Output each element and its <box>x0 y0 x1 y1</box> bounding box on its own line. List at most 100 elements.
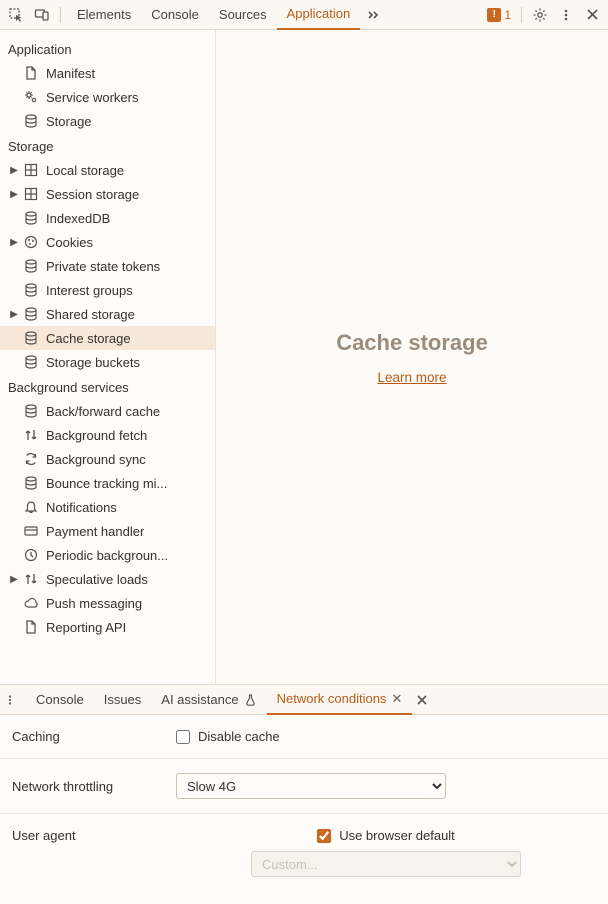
db-icon <box>22 474 40 492</box>
tab-sources[interactable]: Sources <box>209 0 277 30</box>
tab-elements[interactable]: Elements <box>67 0 141 30</box>
ua-default-checkbox[interactable] <box>317 829 331 843</box>
sidebar-item-label: Background sync <box>46 452 146 467</box>
ua-custom-select: Custom... <box>251 851 521 877</box>
disable-cache-checkbox[interactable] <box>176 730 190 744</box>
sidebar-item-periodic-backgroun[interactable]: ▶Periodic backgroun... <box>0 543 215 567</box>
application-sidebar[interactable]: Application▶Manifest▶Service workers▶Sto… <box>0 30 216 684</box>
sidebar-item-label: Service workers <box>46 90 138 105</box>
sidebar-item-label: IndexedDB <box>46 211 110 226</box>
ua-default-control[interactable]: Use browser default <box>317 828 455 843</box>
disable-cache-control[interactable]: Disable cache <box>176 729 280 744</box>
tab-console[interactable]: Console <box>141 0 209 30</box>
issues-counter[interactable]: ! 1 <box>483 8 515 22</box>
close-tab-icon[interactable]: ✕ <box>391 691 402 707</box>
sidebar-item-cache-storage[interactable]: ▶Cache storage <box>0 326 215 350</box>
tab-application[interactable]: Application <box>277 0 361 30</box>
inspect-icon[interactable] <box>4 3 28 27</box>
sidebar-item-speculative-loads[interactable]: ▶ Speculative loads <box>0 567 215 591</box>
kebab-menu-icon[interactable] <box>554 3 578 27</box>
drawer-tabbar: Console Issues AI assistance Network condit… <box>0 685 608 715</box>
sidebar-item-cookies[interactable]: ▶Cookies <box>0 230 215 254</box>
sidebar-item-indexeddb[interactable]: ▶IndexedDB <box>0 206 215 230</box>
sidebar-item-label: Private state tokens <box>46 259 160 274</box>
db-icon <box>22 281 40 299</box>
device-toolbar-icon[interactable] <box>30 3 54 27</box>
bell-icon <box>22 498 40 516</box>
sidebar-item-background-fetch[interactable]: ▶Background fetch <box>0 423 215 447</box>
drawer-tab-ai-assistance[interactable]: AI assistance <box>151 685 266 715</box>
drawer-tab-label: Issues <box>104 692 142 707</box>
sidebar-item-local-storage[interactable]: ▶ Local storage <box>0 158 215 182</box>
learn-more-link[interactable]: Learn more <box>377 370 446 385</box>
cloud-icon <box>22 594 40 612</box>
sidebar-item-payment-handler[interactable]: ▶Payment handler <box>0 519 215 543</box>
ua-default-label: Use browser default <box>339 828 455 843</box>
sidebar-item-label: Back/forward cache <box>46 404 160 419</box>
cookie-icon <box>22 233 40 251</box>
drawer-kebab-icon[interactable] <box>4 694 24 706</box>
sidebar-item-label: Local storage <box>46 163 124 178</box>
db-icon <box>22 402 40 420</box>
sidebar-section-title: Storage <box>0 133 215 158</box>
main-tabs: ElementsConsoleSourcesApplication <box>67 0 360 30</box>
drawer: Console Issues AI assistance Network condit… <box>0 684 608 904</box>
expand-arrow-icon[interactable]: ▶ <box>8 574 20 585</box>
close-devtools-icon[interactable] <box>580 3 604 27</box>
divider <box>60 7 61 23</box>
page-title: Cache storage <box>336 330 488 356</box>
expand-arrow-icon[interactable]: ▶ <box>8 165 20 176</box>
sidebar-item-notifications[interactable]: ▶Notifications <box>0 495 215 519</box>
sidebar-item-background-sync[interactable]: ▶Background sync <box>0 447 215 471</box>
issue-count: 1 <box>504 8 511 22</box>
throttling-row: Network throttling No throttlingSlow 4GF… <box>0 759 608 814</box>
sidebar-item-service-workers[interactable]: ▶Service workers <box>0 85 215 109</box>
sidebar-item-storage-buckets[interactable]: ▶Storage buckets <box>0 350 215 374</box>
drawer-tab-network-conditions[interactable]: Network conditions✕ <box>267 685 413 715</box>
sidebar-item-label: Speculative loads <box>46 572 148 587</box>
drawer-tab-issues[interactable]: Issues <box>94 685 152 715</box>
drawer-tab-console[interactable]: Console <box>26 685 94 715</box>
flask-icon <box>244 693 257 706</box>
settings-gear-icon[interactable] <box>528 3 552 27</box>
close-drawer-icon[interactable] <box>416 694 428 706</box>
updown-icon <box>22 426 40 444</box>
sidebar-item-bounce-tracking-mi[interactable]: ▶Bounce tracking mi... <box>0 471 215 495</box>
sidebar-item-label: Background fetch <box>46 428 147 443</box>
user-agent-row: User agent Use browser default Custom... <box>0 814 608 891</box>
throttling-label: Network throttling <box>12 779 162 794</box>
sidebar-item-session-storage[interactable]: ▶ Session storage <box>0 182 215 206</box>
db-icon <box>22 329 40 347</box>
throttling-select[interactable]: No throttlingSlow 4GFast 4G3GOffline <box>176 773 446 799</box>
drawer-tab-label: AI assistance <box>161 692 238 707</box>
sidebar-item-reporting-api[interactable]: ▶Reporting API <box>0 615 215 639</box>
expand-arrow-icon[interactable]: ▶ <box>8 309 20 320</box>
card-icon <box>22 522 40 540</box>
sidebar-section-title: Application <box>0 36 215 61</box>
sidebar-item-label: Cache storage <box>46 331 131 346</box>
sidebar-item-push-messaging[interactable]: ▶Push messaging <box>0 591 215 615</box>
more-tabs-chevrons-icon[interactable] <box>362 3 386 27</box>
sidebar-item-manifest[interactable]: ▶Manifest <box>0 61 215 85</box>
sidebar-item-label: Reporting API <box>46 620 126 635</box>
sidebar-item-shared-storage[interactable]: ▶ Shared storage <box>0 302 215 326</box>
expand-arrow-icon[interactable]: ▶ <box>8 189 20 200</box>
sidebar-item-interest-groups[interactable]: ▶Interest groups <box>0 278 215 302</box>
db-icon <box>22 353 40 371</box>
sidebar-item-label: Shared storage <box>46 307 135 322</box>
sidebar-section-title: Background services <box>0 374 215 399</box>
sidebar-item-back-forward-cache[interactable]: ▶Back/forward cache <box>0 399 215 423</box>
updown-icon <box>22 570 40 588</box>
sidebar-item-label: Periodic backgroun... <box>46 548 168 563</box>
gears-icon <box>22 88 40 106</box>
file-icon <box>22 618 40 636</box>
sidebar-item-label: Notifications <box>46 500 117 515</box>
sidebar-item-label: Session storage <box>46 187 139 202</box>
sidebar-item-label: Manifest <box>46 66 95 81</box>
expand-arrow-icon[interactable]: ▶ <box>8 237 20 248</box>
sidebar-item-private-state-tokens[interactable]: ▶Private state tokens <box>0 254 215 278</box>
sidebar-item-label: Bounce tracking mi... <box>46 476 167 491</box>
db-icon <box>22 209 40 227</box>
file-icon <box>22 64 40 82</box>
sidebar-item-storage[interactable]: ▶Storage <box>0 109 215 133</box>
